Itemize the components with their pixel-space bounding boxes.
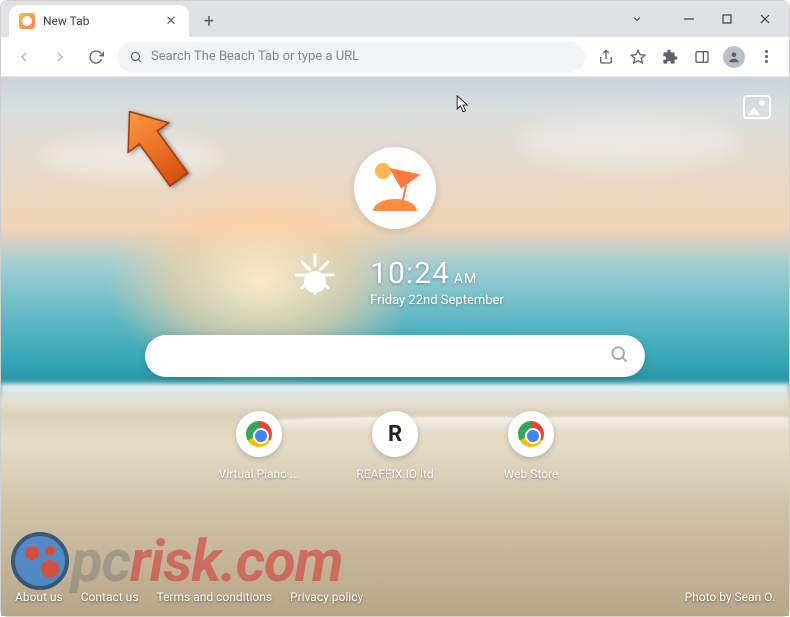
- tab-title: New Tab: [43, 14, 155, 28]
- reload-button[interactable]: [81, 42, 111, 72]
- clock-widget: 10:24AM Friday 22nd September: [286, 253, 504, 311]
- footer-link-contact[interactable]: Contact us: [81, 590, 139, 604]
- photo-credit: Photo by Sean O.: [685, 590, 775, 604]
- shortcuts-row: Virtual Piano ... R REAFFIX IO ltd Web S…: [214, 411, 576, 481]
- shortcut-label: REAFFIX IO ltd: [356, 467, 433, 481]
- menu-button[interactable]: [751, 42, 781, 72]
- watermark-text: pcrisk.com: [71, 528, 789, 596]
- minimize-button[interactable]: [671, 5, 707, 33]
- titlebar: New Tab ✕ +: [1, 1, 789, 37]
- profile-button[interactable]: [719, 42, 749, 72]
- beach-icon: [365, 163, 425, 213]
- toolbar: [1, 37, 789, 77]
- customize-wallpaper-button[interactable]: [743, 95, 771, 119]
- address-bar[interactable]: [117, 42, 585, 72]
- page-search-input[interactable]: [161, 347, 609, 365]
- maximize-button[interactable]: [709, 5, 745, 33]
- new-tab-button[interactable]: +: [195, 7, 223, 35]
- window-controls: [619, 1, 783, 37]
- browser-tab[interactable]: New Tab ✕: [9, 5, 189, 37]
- extensions-button[interactable]: [655, 42, 685, 72]
- shortcut-reaffix[interactable]: R REAFFIX IO ltd: [350, 411, 440, 481]
- sidepanel-button[interactable]: [687, 42, 717, 72]
- chrome-icon: [246, 421, 272, 447]
- kebab-icon: [765, 50, 768, 63]
- footer-link-privacy[interactable]: Privacy policy: [290, 590, 363, 604]
- shortcut-web-store[interactable]: Web Store: [486, 411, 576, 481]
- search-icon[interactable]: [609, 344, 629, 368]
- close-tab-button[interactable]: ✕: [163, 13, 179, 29]
- browser-window: New Tab ✕ +: [0, 0, 790, 617]
- search-icon: [129, 50, 143, 64]
- extension-logo: [354, 147, 436, 229]
- shortcut-label: Virtual Piano ...: [219, 467, 300, 481]
- tab-search-button[interactable]: [619, 5, 655, 33]
- footer-links: About us Contact us Terms and conditions…: [15, 590, 363, 604]
- new-tab-page: 10:24AM Friday 22nd September Virtual Pi…: [1, 77, 789, 616]
- letter-icon: R: [388, 422, 402, 447]
- weather-sunny-icon: [286, 253, 344, 311]
- clock-date: Friday 22nd September: [370, 293, 504, 308]
- page-search-bar[interactable]: [145, 335, 645, 377]
- back-button[interactable]: [9, 42, 39, 72]
- avatar-icon: [723, 46, 745, 68]
- chrome-icon: [518, 421, 544, 447]
- shortcut-label: Web Store: [504, 467, 559, 481]
- tab-favicon: [19, 13, 35, 29]
- clock-time: 10:24AM: [370, 256, 504, 291]
- mouse-cursor-icon: [456, 95, 470, 119]
- share-button[interactable]: [591, 42, 621, 72]
- omnibox-input[interactable]: [151, 49, 573, 64]
- bookmark-button[interactable]: [623, 42, 653, 72]
- forward-button[interactable]: [45, 42, 75, 72]
- shortcut-virtual-piano[interactable]: Virtual Piano ...: [214, 411, 304, 481]
- close-window-button[interactable]: [747, 5, 783, 33]
- footer-link-about[interactable]: About us: [15, 590, 63, 604]
- watermark-badge-icon: [11, 532, 69, 590]
- footer-link-terms[interactable]: Terms and conditions: [156, 590, 272, 604]
